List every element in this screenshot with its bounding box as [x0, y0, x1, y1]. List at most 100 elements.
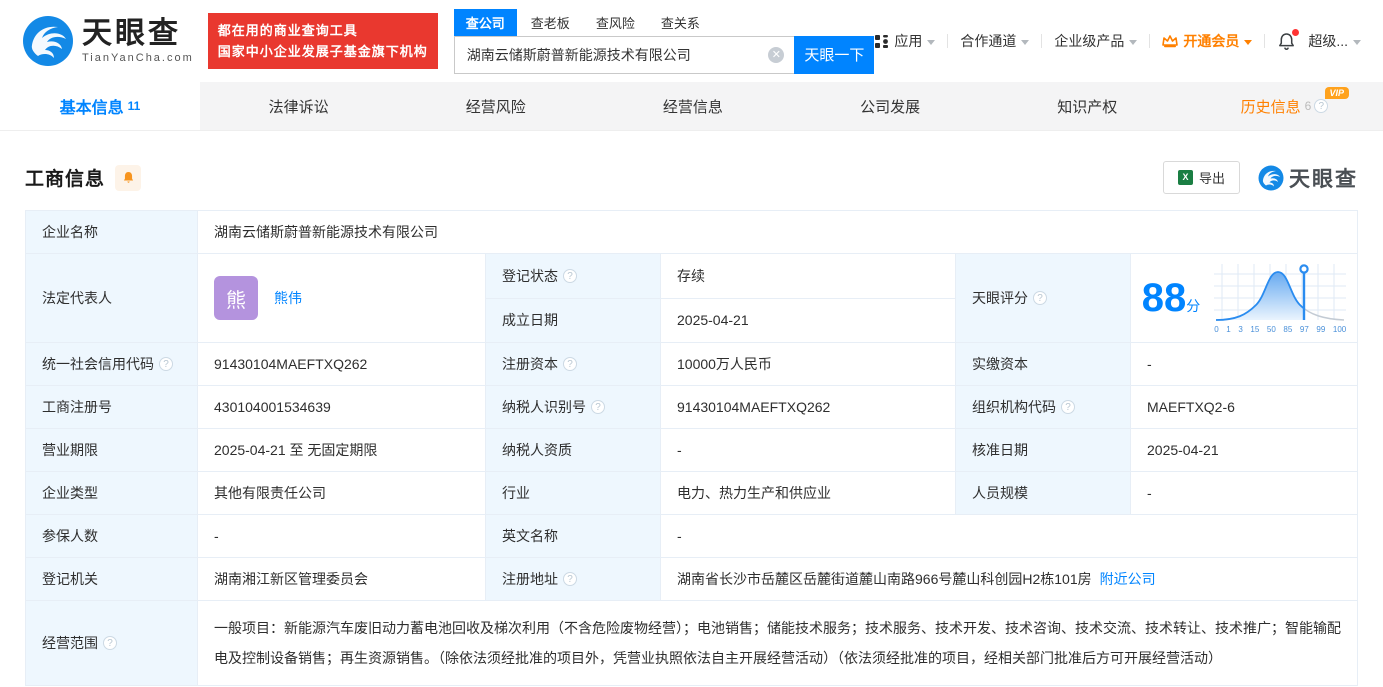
section-title: 工商信息 [25, 164, 105, 191]
english-name-value: - [661, 515, 1358, 558]
field-label: 组织机构代码? [956, 386, 1131, 429]
score-unit: 分 [1186, 298, 1200, 314]
clear-search-icon[interactable]: ✕ [768, 47, 784, 63]
tab-operating-info[interactable]: 经营信息 [594, 82, 791, 130]
watermark-text: 天眼查 [1289, 163, 1358, 193]
search-tab-company[interactable]: 查公司 [454, 9, 517, 36]
table-row: 企业名称 湖南云储斯蔚普新能源技术有限公司 [26, 211, 1358, 254]
menu-enterprise-label: 企业级产品 [1054, 31, 1124, 51]
help-icon[interactable]: ? [1033, 291, 1047, 305]
legal-rep-avatar[interactable]: 熊 [214, 276, 258, 320]
field-label: 成立日期 [486, 298, 661, 343]
company-name-value: 湖南云储斯蔚普新能源技术有限公司 [198, 211, 1358, 254]
field-label: 注册资本? [486, 343, 661, 386]
industry-value: 电力、热力生产和供应业 [661, 472, 956, 515]
menu-apps[interactable]: 应用 [874, 31, 935, 51]
logo-swirl-icon [1258, 165, 1284, 191]
legal-rep-cell: 熊 熊伟 [198, 254, 486, 343]
menu-vip-label: 开通会员 [1183, 31, 1239, 51]
search-tab-boss[interactable]: 查老板 [519, 9, 582, 36]
field-label: 人员规模 [956, 472, 1131, 515]
tab-count: 11 [128, 99, 141, 113]
org-code-value: MAEFTXQ2-6 [1131, 386, 1358, 429]
help-icon[interactable]: ? [591, 400, 605, 414]
table-row: 工商注册号 430104001534639 纳税人识别号? 91430104MA… [26, 386, 1358, 429]
table-row: 统一社会信用代码? 91430104MAEFTXQ262 注册资本? 10000… [26, 343, 1358, 386]
approval-date-value: 2025-04-21 [1131, 429, 1358, 472]
menu-partner-label: 合作通道 [960, 31, 1016, 51]
logo-subtitle: TianYanCha.com [82, 52, 194, 64]
help-icon[interactable]: ? [1314, 99, 1328, 113]
top-menu: 应用 合作通道 企业级产品 开通会员 [874, 31, 1361, 51]
search-input[interactable] [454, 36, 795, 74]
tab-label: 经营风险 [466, 96, 526, 117]
reg-address-cell: 湖南省长沙市岳麓区岳麓街道麓山南路966号麓山科创园H2栋101房附近公司 [661, 558, 1358, 601]
field-label: 行业 [486, 472, 661, 515]
menu-super-label: 超级... [1308, 31, 1348, 51]
help-icon[interactable]: ? [563, 269, 577, 283]
tab-intellectual-property[interactable]: 知识产权 [989, 82, 1186, 130]
promo-banner-line1: 都在用的商业查询工具 [218, 20, 428, 41]
menu-apps-label: 应用 [894, 31, 922, 51]
field-label: 英文名称 [486, 515, 661, 558]
tianyancha-logo[interactable]: 天眼查 TianYanCha.com [22, 15, 194, 67]
table-row: 参保人数 - 英文名称 - [26, 515, 1358, 558]
chevron-down-icon [1244, 40, 1252, 45]
field-label: 企业名称 [26, 211, 198, 254]
table-row: 经营范围? 一般项目：新能源汽车废旧动力蓄电池回收及梯次利用（不含危险废物经营）… [26, 601, 1358, 686]
tab-count: 6 [1305, 99, 1312, 113]
tab-company-development[interactable]: 公司发展 [792, 82, 989, 130]
notification-dot [1292, 29, 1299, 36]
vip-badge: VIP [1325, 87, 1350, 99]
help-icon[interactable]: ? [159, 357, 173, 371]
help-icon[interactable]: ? [563, 572, 577, 586]
tab-basic-info[interactable]: 基本信息 11 [0, 82, 200, 130]
legal-rep-link[interactable]: 熊伟 [274, 288, 302, 308]
watermark-logo: 天眼查 [1258, 163, 1358, 193]
search-tab-relation[interactable]: 查关系 [649, 9, 712, 36]
tab-operating-risk[interactable]: 经营风险 [397, 82, 594, 130]
crown-icon [1162, 34, 1178, 48]
search-tab-risk[interactable]: 查风险 [584, 9, 647, 36]
divider [947, 34, 948, 48]
nearby-companies-link[interactable]: 附近公司 [1100, 571, 1156, 587]
top-header: 天眼查 TianYanCha.com 都在用的商业查询工具 国家中小企业发展子基… [0, 0, 1383, 82]
paid-capital-value: - [1131, 343, 1358, 386]
chevron-down-icon [1353, 40, 1361, 45]
help-icon[interactable]: ? [103, 636, 117, 650]
grid-apps-icon [874, 34, 889, 49]
export-button[interactable]: X 导出 [1163, 161, 1240, 194]
excel-icon: X [1178, 170, 1193, 185]
help-icon[interactable]: ? [563, 357, 577, 371]
score-cell[interactable]: 88分 [1131, 254, 1358, 343]
menu-enterprise-products[interactable]: 企业级产品 [1054, 31, 1137, 51]
menu-open-vip[interactable]: 开通会员 [1162, 31, 1252, 51]
tab-history-info[interactable]: VIP 历史信息 6 ? [1186, 82, 1383, 130]
promo-banner-line2: 国家中小企业发展子基金旗下机构 [218, 41, 428, 62]
menu-partner-channel[interactable]: 合作通道 [960, 31, 1029, 51]
search-button[interactable]: 天眼一下 [794, 36, 874, 74]
score-axis-ticks: 0131550859799100 [1214, 325, 1346, 334]
field-label: 登记机关 [26, 558, 198, 601]
tab-label: 经营信息 [663, 96, 723, 117]
table-row: 登记机关 湖南湘江新区管理委员会 注册地址? 湖南省长沙市岳麓区岳麓街道麓山南路… [26, 558, 1358, 601]
field-label: 纳税人资质 [486, 429, 661, 472]
tab-legal-proceedings[interactable]: 法律诉讼 [200, 82, 397, 130]
menu-super-vip[interactable]: 超级... [1308, 31, 1361, 51]
field-label: 统一社会信用代码? [26, 343, 198, 386]
help-icon[interactable]: ? [1061, 400, 1075, 414]
reg-address-value: 湖南省长沙市岳麓区岳麓街道麓山南路966号麓山科创园H2栋101房 [677, 571, 1092, 587]
business-scope-value: 一般项目：新能源汽车废旧动力蓄电池回收及梯次利用（不含危险废物经营）；电池销售；… [198, 601, 1358, 686]
search-tabs: 查公司 查老板 查风险 查关系 [454, 9, 875, 36]
company-nav-tabs: 基本信息 11 法律诉讼 经营风险 经营信息 公司发展 知识产权 VIP 历史信… [0, 82, 1383, 131]
divider [1149, 34, 1150, 48]
taxpayer-quality-value: - [661, 429, 956, 472]
logo-title: 天眼查 [82, 19, 194, 49]
tab-label: 基本信息 [60, 94, 124, 118]
establish-date-value: 2025-04-21 [661, 298, 956, 343]
field-label: 核准日期 [956, 429, 1131, 472]
taxpayer-id-value: 91430104MAEFTXQ262 [661, 386, 956, 429]
subscribe-bell-chip[interactable] [115, 165, 141, 191]
divider [1264, 34, 1265, 48]
notifications-bell[interactable] [1277, 32, 1296, 51]
